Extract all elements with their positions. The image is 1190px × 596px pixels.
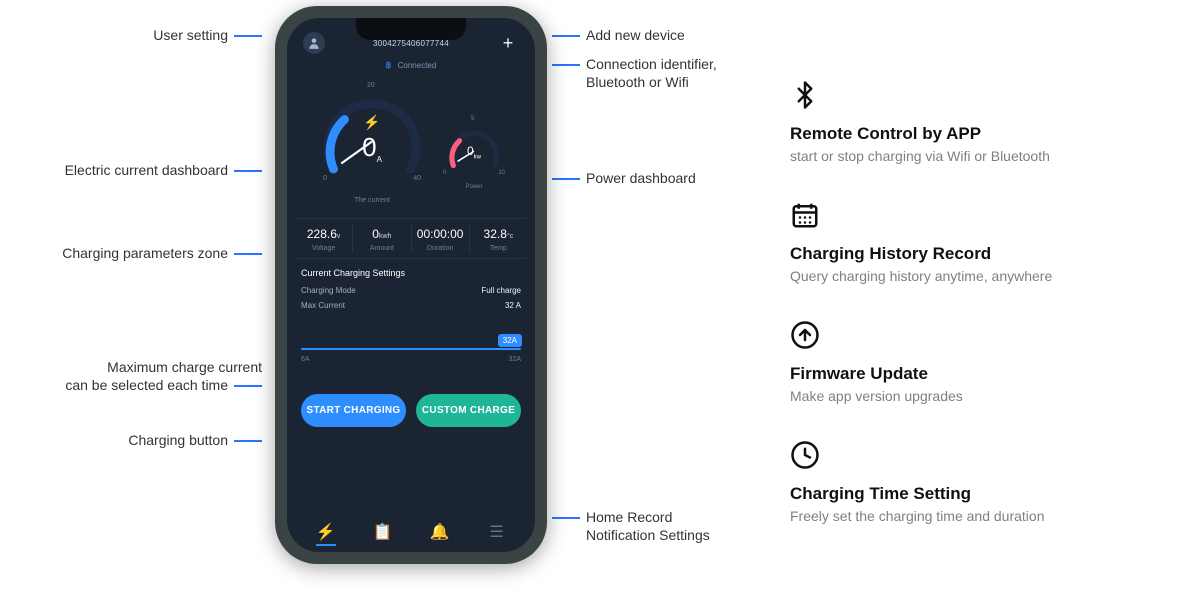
setting-label: Charging Mode — [301, 286, 356, 295]
feature-firmware-update: Firmware Update Make app version upgrade… — [790, 320, 1170, 404]
gauges-area: ⚡ 0A 0 20 40 The current 0kw 0 5 10 Powe… — [287, 80, 535, 212]
power-tick-2: 10 — [498, 170, 505, 176]
feature-title: Firmware Update — [790, 364, 1170, 384]
action-buttons: START CHARGING CUSTOM CHARGE — [301, 394, 521, 427]
calendar-icon — [790, 200, 1170, 236]
setting-value: Full charge — [481, 286, 521, 295]
param-amount: 0kwh Amount — [352, 225, 410, 252]
record-icon: 📋 — [373, 524, 393, 541]
callout-label: Power dashboard — [586, 170, 696, 186]
setting-value: 32 A — [505, 301, 521, 310]
callout-label: Connection identifier, — [586, 56, 717, 72]
feature-time-setting: Charging Time Setting Freely set the cha… — [790, 440, 1170, 524]
slider-track — [301, 348, 521, 350]
feature-desc: start or stop charging via Wifi or Bluet… — [790, 148, 1170, 164]
callout-label: Maximum charge current — [107, 359, 262, 375]
callout-add-device: Add new device — [552, 27, 685, 45]
callout-power-dashboard: Power dashboard — [552, 170, 696, 188]
bell-icon: 🔔 — [430, 524, 450, 541]
nav-home[interactable]: ⚡ — [306, 514, 346, 542]
current-charging-settings: Current Charging Settings Charging Mode … — [301, 268, 521, 316]
settings-title: Current Charging Settings — [301, 268, 521, 278]
power-tick-1: 5 — [471, 116, 474, 122]
callout-label: Charging parameters zone — [62, 245, 228, 261]
slider-min: 6A — [301, 356, 310, 363]
phone-mockup: 3004275406077744 + ฿ Connected ⚡ 0A 0 20… — [275, 6, 547, 564]
feature-title: Charging History Record — [790, 244, 1170, 264]
callout-user-setting: User setting — [0, 27, 262, 45]
feature-desc: Make app version upgrades — [790, 388, 1170, 404]
callout-current-dashboard: Electric current dashboard — [0, 162, 262, 180]
current-tick-1: 20 — [367, 82, 375, 89]
power-value: 0kw — [443, 144, 505, 160]
callout-label: can be selected each time — [65, 377, 228, 393]
connection-status: ฿ Connected — [287, 60, 535, 71]
slider-max: 32A — [509, 356, 521, 363]
upload-circle-icon — [790, 320, 1170, 356]
callout-charging-button: Charging button — [0, 432, 262, 450]
bolt-icon: ⚡ — [317, 114, 427, 131]
bluetooth-icon: ฿ — [386, 60, 392, 70]
current-caption: The current — [317, 197, 427, 204]
nav-settings[interactable]: ☰ — [477, 514, 517, 542]
start-charging-button[interactable]: START CHARGING — [301, 394, 406, 427]
feature-history-record: Charging History Record Query charging h… — [790, 200, 1170, 284]
callout-label: Bluetooth or Wifi — [586, 74, 689, 90]
custom-charge-button[interactable]: CUSTOM CHARGE — [416, 394, 521, 427]
setting-max-current: Max Current 32 A — [301, 301, 521, 310]
menu-icon: ☰ — [489, 524, 503, 541]
callout-label: User setting — [153, 27, 228, 43]
bluetooth-icon — [790, 80, 1170, 116]
connection-label: Connected — [398, 61, 437, 70]
bolt-icon: ⚡ — [316, 524, 336, 541]
add-device-button[interactable]: + — [497, 32, 519, 54]
setting-charging-mode[interactable]: Charging Mode Full charge — [301, 286, 521, 295]
power-caption: Power — [443, 184, 505, 190]
bottom-nav: ⚡ 📋 🔔 ☰ — [287, 514, 535, 542]
user-icon — [307, 36, 321, 50]
max-current-slider[interactable]: 32A 6A 32A — [301, 348, 521, 363]
slider-bubble: 32A — [498, 334, 522, 347]
param-duration: 00:00:00 Duration — [411, 225, 469, 252]
param-voltage: 228.6v Voltage — [295, 225, 352, 252]
feature-list: Remote Control by APP start or stop char… — [790, 80, 1170, 560]
clock-icon — [790, 440, 1170, 476]
callout-params-zone: Charging parameters zone — [0, 245, 262, 263]
app-header: 3004275406077744 + — [287, 32, 535, 54]
feature-desc: Freely set the charging time and duratio… — [790, 508, 1170, 524]
feature-title: Charging Time Setting — [790, 484, 1170, 504]
current-tick-2: 40 — [413, 175, 421, 182]
callout-label: Notification Settings — [586, 527, 710, 543]
setting-label: Max Current — [301, 301, 345, 310]
current-tick-0: 0 — [323, 175, 327, 182]
current-value: 0A — [317, 132, 427, 164]
nav-record[interactable]: 📋 — [363, 514, 403, 542]
current-gauge: ⚡ 0A 0 20 40 The current — [317, 86, 427, 204]
callout-label: Add new device — [586, 27, 685, 43]
callout-bottom-nav: Home Record Notification Settings — [552, 509, 710, 544]
user-avatar-button[interactable] — [303, 32, 325, 54]
feature-remote-control: Remote Control by APP start or stop char… — [790, 80, 1170, 164]
callout-connection-id: Connection identifier, Bluetooth or Wifi — [552, 56, 717, 91]
param-temp: 32.8°c Temp — [469, 225, 527, 252]
feature-title: Remote Control by APP — [790, 124, 1170, 144]
callout-label: Electric current dashboard — [65, 162, 228, 178]
feature-desc: Query charging history anytime, anywhere — [790, 268, 1170, 284]
power-tick-0: 0 — [443, 170, 446, 176]
nav-notification[interactable]: 🔔 — [420, 514, 460, 542]
callout-max-current: Maximum charge current can be selected e… — [0, 359, 262, 394]
callout-label: Charging button — [128, 432, 228, 448]
callout-label: Home Record — [586, 509, 672, 525]
device-id-label: 3004275406077744 — [373, 39, 449, 48]
charging-parameters: 228.6v Voltage 0kwh Amount 00:00:00 Dura… — [295, 218, 527, 259]
phone-screen: 3004275406077744 + ฿ Connected ⚡ 0A 0 20… — [287, 18, 535, 552]
power-gauge: 0kw 0 5 10 Power — [443, 120, 505, 190]
